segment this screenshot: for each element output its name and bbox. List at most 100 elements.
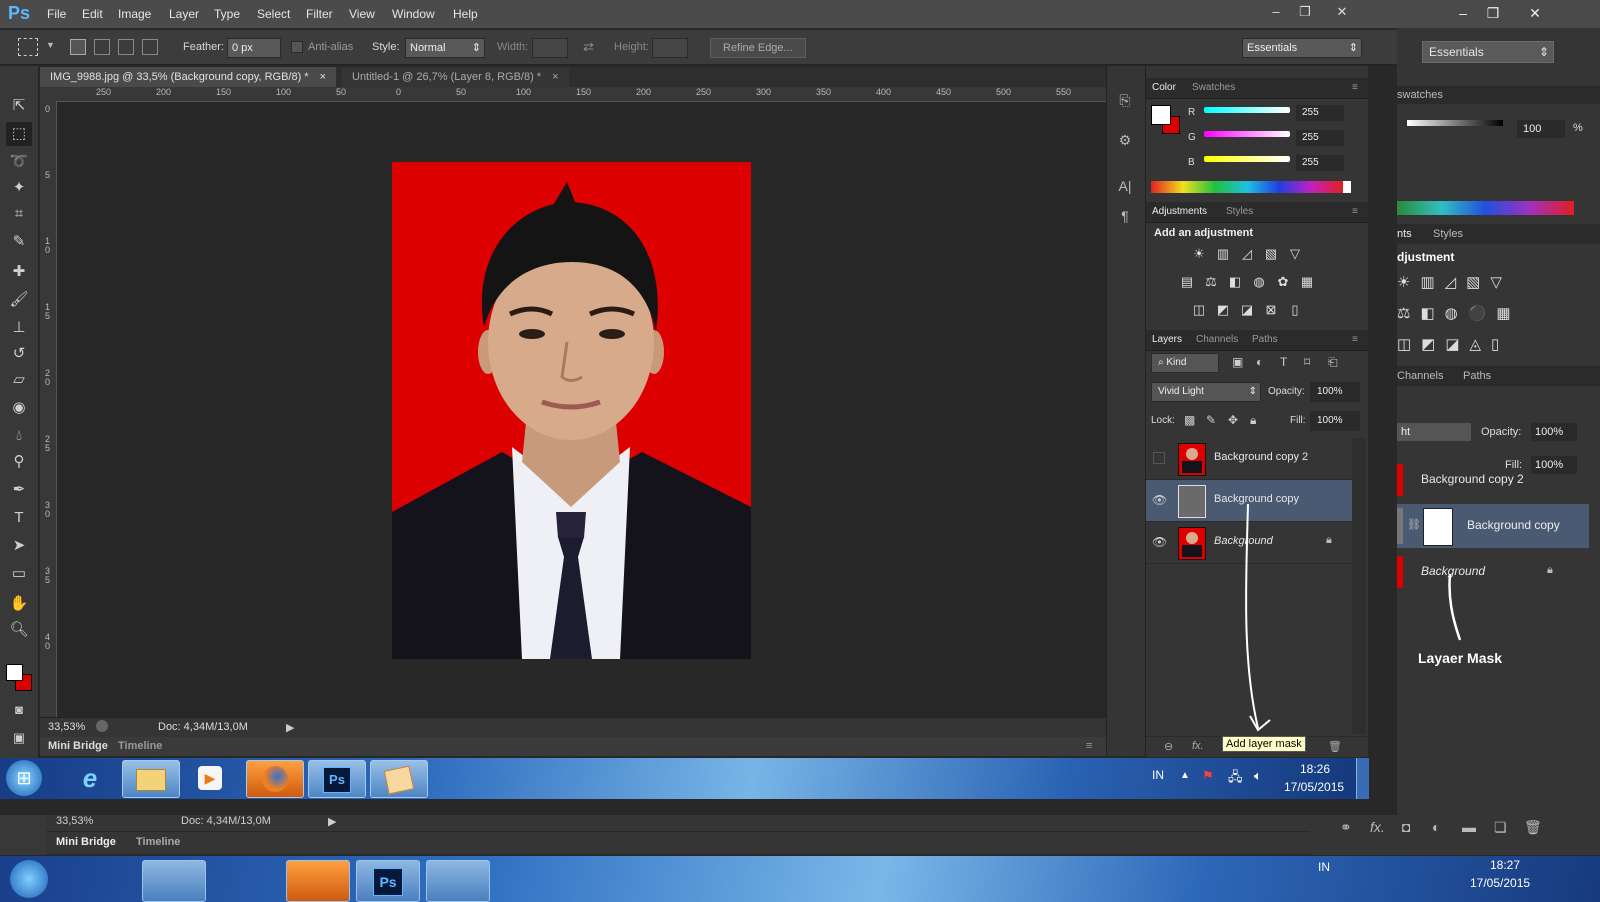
clock-date[interactable]: 17/05/2015 <box>1284 780 1344 794</box>
back-new-layer-icon[interactable]: ❏ <box>1494 819 1507 836</box>
back-paths-tab[interactable]: Paths <box>1463 370 1491 382</box>
chevron-down-icon[interactable]: ▼ <box>46 40 55 50</box>
back-clock-date[interactable]: 17/05/2015 <box>1470 876 1530 890</box>
brush-tool-icon[interactable]: 🖌︎ <box>6 288 32 312</box>
marquee-tool-preset-icon[interactable] <box>18 38 38 56</box>
eyedropper-tool-icon[interactable]: ✎ <box>6 230 32 254</box>
swap-arrows-icon[interactable]: ⇄ <box>583 39 594 55</box>
back-fx-icon[interactable]: fx. <box>1370 819 1385 835</box>
quick-mask-icon[interactable]: ◙ <box>6 698 32 722</box>
menu-help[interactable]: Help <box>453 7 478 21</box>
portrait-photo[interactable] <box>392 162 751 659</box>
back-adj-icons-row2[interactable]: ⚖◧◍⚫▦ <box>1397 304 1521 322</box>
layers-tab[interactable]: Layers <box>1152 334 1182 345</box>
back-taskbar-firefox[interactable] <box>286 860 350 902</box>
screen-mode-icon[interactable]: ▣ <box>6 726 32 750</box>
character-panel-icon[interactable]: A| <box>1114 178 1136 200</box>
restore-button[interactable]: ❐ <box>1293 2 1317 22</box>
lock-position-icon[interactable]: ✥ <box>1228 413 1238 427</box>
taskbar-paint[interactable] <box>370 760 428 798</box>
back-link-icon[interactable]: ⚭ <box>1340 819 1352 836</box>
document-tab[interactable]: Untitled-1 @ 26,7% (Layer 8, RGB/8) * × <box>342 67 569 87</box>
photo-filter-icon[interactable]: ◍ <box>1250 274 1268 290</box>
timeline-tab[interactable]: Timeline <box>118 740 162 752</box>
language-indicator[interactable]: IN <box>1152 768 1164 782</box>
rectangle-tool-icon[interactable]: ▭ <box>6 562 32 586</box>
back-lang[interactable]: IN <box>1318 860 1330 874</box>
back-value-box[interactable]: 100 <box>1517 120 1565 138</box>
back-swatches-tab[interactable]: swatches <box>1397 89 1443 101</box>
subtract-selection-icon[interactable] <box>118 39 134 55</box>
close-button[interactable]: ✕ <box>1330 2 1354 22</box>
add-selection-icon[interactable] <box>94 39 110 55</box>
width-input[interactable] <box>532 38 568 58</box>
back-blend-select[interactable]: ht <box>1397 423 1471 441</box>
paragraph-panel-icon[interactable]: ¶ <box>1114 208 1136 230</box>
clock-time[interactable]: 18:26 <box>1300 762 1330 776</box>
red-value[interactable]: 255 <box>1296 105 1344 121</box>
menu-type[interactable]: Type <box>214 7 240 21</box>
feather-input[interactable]: 0 px <box>227 38 281 58</box>
back-start-orb[interactable] <box>10 860 48 898</box>
magic-wand-tool-icon[interactable]: ✦ <box>6 176 32 200</box>
volume-icon[interactable]: 🔈︎ <box>1254 768 1262 784</box>
layer-row[interactable]: Background copy 2 <box>1146 438 1352 480</box>
path-selection-tool-icon[interactable]: ➤ <box>6 534 32 558</box>
adjustments-tab[interactable]: Adjustments <box>1152 206 1207 217</box>
back-layer-row[interactable]: Background copy 2 <box>1397 458 1589 502</box>
foreground-color-swatch[interactable] <box>6 664 23 681</box>
height-input[interactable] <box>652 38 688 58</box>
menu-file[interactable]: File <box>47 7 66 21</box>
adjustment-filter-icon[interactable]: ◐ <box>1256 355 1263 369</box>
smart-object-filter-icon[interactable]: ⎗ <box>1328 355 1338 370</box>
show-desktop-button[interactable] <box>1356 758 1369 799</box>
back-adj-icons-row3[interactable]: ◫◩◪◬▯ <box>1397 335 1509 353</box>
black-white-icon[interactable]: ◧ <box>1226 274 1244 290</box>
back-gray-slider[interactable] <box>1407 120 1503 126</box>
paths-tab[interactable]: Paths <box>1252 334 1278 345</box>
blue-slider[interactable] <box>1204 156 1290 162</box>
panel-menu-icon[interactable]: ≡ <box>1352 82 1358 93</box>
paint-bucket-tool-icon[interactable]: ◉ <box>6 396 32 420</box>
back-opacity-input[interactable]: 100% <box>1531 423 1577 441</box>
menu-filter[interactable]: Filter <box>306 7 333 21</box>
posterize-icon[interactable]: ◩ <box>1214 302 1232 318</box>
minimize-button[interactable]: – <box>1264 2 1288 22</box>
link-layers-icon[interactable]: ⊖ <box>1164 740 1173 753</box>
selective-color-icon[interactable]: ⊠ <box>1262 302 1280 318</box>
zoom-level[interactable]: 33,53% <box>48 721 85 733</box>
horizontal-ruler[interactable]: 250 200 150 100 50 0 50 100 150 200 250 300 350 400 45… <box>56 87 1130 102</box>
back-layer-mask-thumb[interactable] <box>1423 508 1453 546</box>
close-tab-icon[interactable]: × <box>552 71 558 83</box>
back-folder-icon[interactable]: ▬ <box>1462 819 1476 835</box>
back-layer-row[interactable]: Background 🔒︎ <box>1397 550 1589 594</box>
blur-tool-icon[interactable]: 💧︎ <box>6 424 32 448</box>
back-taskbar-photoshop[interactable]: Ps <box>356 860 420 902</box>
lock-pixels-icon[interactable]: ✎ <box>1206 413 1216 427</box>
visibility-toggle-empty[interactable] <box>1152 451 1166 465</box>
green-value[interactable]: 255 <box>1296 130 1344 146</box>
close-tab-icon[interactable]: × <box>320 71 326 83</box>
anti-alias-checkbox[interactable] <box>291 41 303 53</box>
back-channels-tab[interactable]: Channels <box>1397 370 1443 382</box>
back-chain-link-icon[interactable]: ⛓ <box>1407 518 1421 531</box>
back-play-icon[interactable]: ▶ <box>328 815 336 828</box>
back-clock-time[interactable]: 18:27 <box>1490 858 1520 872</box>
vibrance-icon[interactable]: ▽ <box>1286 246 1304 262</box>
type-tool-icon[interactable]: T <box>6 506 32 530</box>
fill-input[interactable]: 100% <box>1310 411 1360 431</box>
menu-image[interactable]: Image <box>118 7 151 21</box>
color-tab[interactable]: Color <box>1152 82 1176 93</box>
back-trash-icon[interactable]: 🗑︎ <box>1524 819 1542 836</box>
levels-icon[interactable]: ▥ <box>1214 246 1232 262</box>
taskbar-photoshop[interactable]: Ps <box>308 760 366 798</box>
brightness-contrast-icon[interactable]: ☀ <box>1190 246 1208 262</box>
invert-icon[interactable]: ◫ <box>1190 302 1208 318</box>
back-close-button[interactable]: ✕ <box>1524 4 1546 22</box>
lock-all-icon[interactable]: 🔒︎ <box>1250 413 1256 428</box>
panel-menu-icon[interactable]: ≡ <box>1352 206 1358 217</box>
taskbar-firefox[interactable] <box>246 760 304 798</box>
eye-icon[interactable]: 👁︎ <box>1152 493 1167 507</box>
hue-saturation-icon[interactable]: ▤ <box>1178 274 1196 290</box>
back-mask-icon[interactable]: ◘ <box>1402 819 1410 835</box>
